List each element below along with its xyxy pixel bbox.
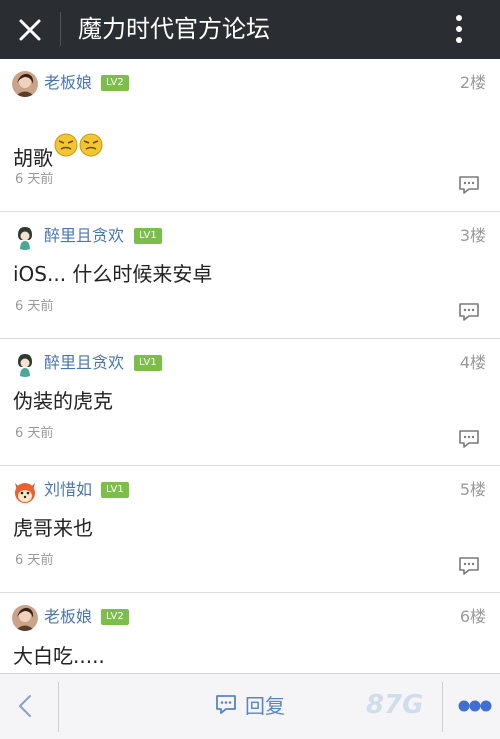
post-item: 老板娘 LV2 6楼 大白吃..... bbox=[0, 593, 500, 673]
comment-icon[interactable] bbox=[458, 302, 480, 322]
post-item: 老板娘 LV2 2楼 胡歌 6 天前 bbox=[0, 59, 500, 212]
emoji-icon bbox=[79, 133, 103, 157]
floor-number: 5楼 bbox=[459, 480, 486, 499]
close-icon[interactable] bbox=[14, 14, 46, 46]
bottom-divider bbox=[442, 682, 443, 732]
post-content: 伪装的虎克 bbox=[13, 389, 113, 413]
post-time: 6 天前 bbox=[15, 299, 54, 314]
back-arrow-icon[interactable] bbox=[14, 692, 38, 720]
avatar[interactable] bbox=[12, 478, 38, 504]
level-badge: LV1 bbox=[134, 355, 162, 371]
username[interactable]: 刘惜如 bbox=[44, 478, 92, 502]
avatar[interactable] bbox=[12, 351, 38, 377]
post-content: iOS... 什么时候来安卓 bbox=[13, 262, 213, 286]
post-content: 大白吃..... bbox=[13, 644, 105, 668]
emoji-icon bbox=[54, 133, 78, 157]
avatar[interactable] bbox=[12, 224, 38, 250]
level-badge: LV2 bbox=[101, 75, 129, 91]
bottom-divider bbox=[58, 682, 59, 732]
username[interactable]: 老板娘 bbox=[44, 605, 92, 629]
post-content: 胡歌 bbox=[13, 133, 103, 172]
level-badge: LV2 bbox=[101, 609, 129, 625]
floor-number: 6楼 bbox=[459, 607, 486, 626]
post-item: 刘惜如 LV1 5楼 虎哥来也 6 天前 bbox=[0, 466, 500, 593]
username[interactable]: 醉里且贪欢 bbox=[44, 224, 124, 248]
bottom-bar: 回复 bbox=[0, 673, 500, 739]
post-content: 虎哥来也 bbox=[13, 516, 93, 540]
floor-number: 2楼 bbox=[459, 73, 486, 92]
post-item: 醉里且贪欢 LV1 4楼 伪装的虎克 6 天前 bbox=[0, 339, 500, 466]
post-time: 6 天前 bbox=[15, 426, 54, 441]
level-badge: LV1 bbox=[101, 482, 129, 498]
comment-icon[interactable] bbox=[458, 556, 480, 576]
page-title: 魔力时代官方论坛 bbox=[78, 15, 270, 43]
comment-icon bbox=[216, 695, 236, 714]
avatar[interactable] bbox=[12, 71, 38, 97]
floor-number: 4楼 bbox=[459, 353, 486, 372]
post-time: 6 天前 bbox=[15, 553, 54, 568]
post-text: 胡歌 bbox=[13, 146, 53, 170]
comment-icon[interactable] bbox=[458, 175, 480, 195]
title-divider bbox=[60, 12, 61, 46]
post-time: 6 天前 bbox=[15, 172, 54, 187]
top-bar: 魔力时代官方论坛 bbox=[0, 0, 500, 59]
avatar[interactable] bbox=[12, 605, 38, 631]
watermark: 87G bbox=[366, 690, 424, 720]
post-item: 醉里且贪欢 LV1 3楼 iOS... 什么时候来安卓 6 天前 bbox=[0, 212, 500, 339]
level-badge: LV1 bbox=[134, 228, 162, 244]
reply-label: 回复 bbox=[245, 694, 285, 718]
more-vertical-icon[interactable] bbox=[446, 12, 472, 46]
comment-icon[interactable] bbox=[458, 429, 480, 449]
floor-number: 3楼 bbox=[459, 226, 486, 245]
username[interactable]: 醉里且贪欢 bbox=[44, 351, 124, 375]
more-horizontal-icon[interactable] bbox=[458, 698, 492, 714]
username[interactable]: 老板娘 bbox=[44, 71, 92, 95]
